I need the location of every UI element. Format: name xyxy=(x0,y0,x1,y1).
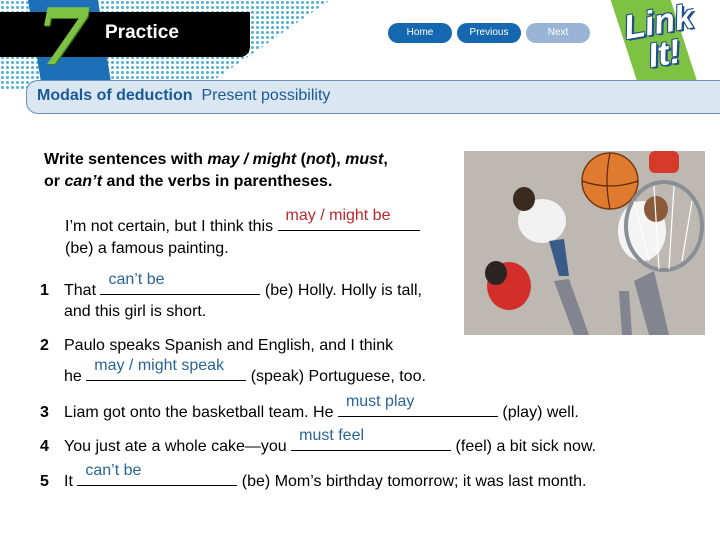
instr-em: may / might xyxy=(207,151,297,168)
instr-text: Write sentences with xyxy=(44,151,208,168)
item-2-line2: he may / might speak (speak) Portuguese,… xyxy=(64,357,426,387)
item-number: 3 xyxy=(40,404,49,421)
item-text: he xyxy=(64,368,87,385)
unit-number: 7 xyxy=(36,0,91,83)
section-label: Practice xyxy=(105,22,179,43)
item-text: That xyxy=(64,282,101,299)
example-line2: (be) a famous painting. xyxy=(65,240,229,257)
answer-text: can’t be xyxy=(85,462,142,479)
answer-text: must feel xyxy=(299,427,365,444)
item-number: 4 xyxy=(40,438,49,455)
answer-blank[interactable]: must play xyxy=(337,393,498,417)
item-text: (speak) Portuguese, too. xyxy=(246,368,426,385)
answer-blank[interactable]: must feel xyxy=(291,427,452,451)
answer-text: can’t be xyxy=(108,271,165,288)
item-text: Liam got onto the basketball team. He xyxy=(64,404,338,421)
player-head xyxy=(485,261,507,285)
basketball-photo xyxy=(464,151,705,335)
item-number: 2 xyxy=(40,337,49,354)
item-2: 2 Paulo speaks Spanish and English, and I… xyxy=(40,336,393,356)
answer-blank[interactable]: can’t be xyxy=(77,462,238,486)
header-banner: 7 Practice Link It! xyxy=(0,0,720,90)
page-title: Modals of deduction Present possibility xyxy=(37,87,330,105)
player-red-top xyxy=(649,151,679,173)
previous-button[interactable]: Previous xyxy=(457,23,521,43)
instr-text: ( xyxy=(296,151,306,168)
item-number: 5 xyxy=(40,473,49,490)
item-1: 1 That can’t be (be) Holly. Holly is tall… xyxy=(40,271,422,301)
instr-em: not xyxy=(306,151,331,168)
item-text: (feel) a bit sick now. xyxy=(451,438,597,455)
answer-blank[interactable]: can’t be xyxy=(100,271,261,295)
instr-text: ), xyxy=(330,151,346,168)
item-number: 1 xyxy=(40,282,49,299)
topic-title: Modals of deduction xyxy=(37,87,193,104)
example-answer: may / might be xyxy=(285,207,391,224)
item-5: 5 It can’t be (be) Mom’s birthday tomorro… xyxy=(40,462,587,492)
item-text: (be) Holly. Holly is tall, xyxy=(260,282,422,299)
instr-em: can’t xyxy=(64,173,103,190)
example-text: I’m not certain, but I think this xyxy=(65,218,278,235)
item-text: (play) well. xyxy=(497,404,579,421)
item-4: 4 You just ate a whole cake—you must feel… xyxy=(40,427,597,457)
item-text: Paulo speaks Spanish and English, and I … xyxy=(64,337,394,354)
link-it-logo: Link It! xyxy=(617,0,708,82)
player-head xyxy=(513,187,535,211)
example-blank: may / might be xyxy=(277,207,420,231)
example-line1: I’m not certain, but I think this may / … xyxy=(65,207,420,237)
home-button[interactable]: Home xyxy=(388,23,452,43)
item-text: You just ate a whole cake—you xyxy=(64,438,292,455)
instr-em: must xyxy=(345,151,384,168)
next-button[interactable]: Next xyxy=(526,23,590,43)
instr-text: or xyxy=(44,173,65,190)
basketball xyxy=(581,152,639,210)
instructions: Write sentences with may / might (not), … xyxy=(44,149,464,193)
subtopic-title: Present possibility xyxy=(201,87,331,104)
answer-text: must play xyxy=(345,393,415,410)
instr-text: , xyxy=(383,151,388,168)
photo-illustration xyxy=(464,151,705,335)
answer-blank[interactable]: may / might speak xyxy=(86,357,247,381)
answer-text: may / might speak xyxy=(94,357,225,374)
item-text: (be) Mom’s birthday tomorrow; it was las… xyxy=(237,473,587,490)
instr-text: and the verbs in parentheses. xyxy=(102,173,333,190)
item-3: 3 Liam got onto the basketball team. He m… xyxy=(40,393,579,423)
item-text: It xyxy=(64,473,78,490)
item-1-line2: and this girl is short. xyxy=(64,303,207,320)
logo-line2: It! xyxy=(645,32,684,76)
